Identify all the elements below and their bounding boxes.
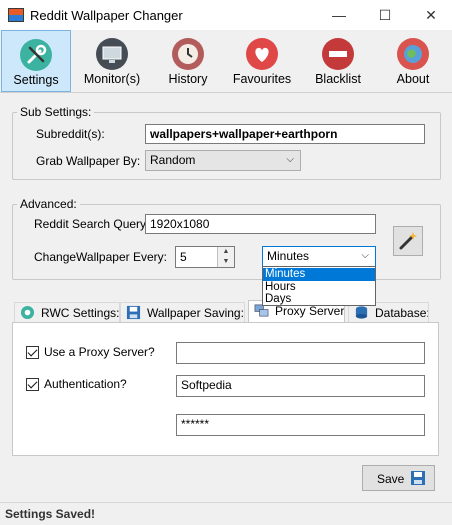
toolbar-about-label: About xyxy=(396,72,430,86)
toolbar-about-button[interactable]: About xyxy=(378,30,448,92)
time-unit-dropdown-list: Minutes Hours Days xyxy=(262,266,376,306)
globe-icon xyxy=(397,38,429,70)
grab-wallpaper-value: Random xyxy=(150,153,196,167)
search-query-input[interactable]: 1920x1080 xyxy=(145,214,376,234)
app-window: Reddit Wallpaper Changer — ☐ ✕ Settings … xyxy=(0,0,452,525)
gear-icon xyxy=(20,305,35,320)
grab-wallpaper-select[interactable]: Random ⌵ xyxy=(145,150,301,171)
username-input[interactable]: Softpedia xyxy=(176,375,425,397)
main-toolbar: Settings Monitor(s) History Favourites B… xyxy=(0,30,452,93)
time-unit-value: Minutes xyxy=(267,249,310,263)
authentication-label: Authentication? xyxy=(44,377,127,391)
database-icon xyxy=(355,306,368,319)
close-button[interactable]: ✕ xyxy=(408,0,452,30)
password-input[interactable]: ****** xyxy=(176,414,425,436)
password-value: ****** xyxy=(181,417,210,431)
tab-rwc-settings[interactable]: RWC Settings: xyxy=(14,302,120,322)
change-every-stepper[interactable]: 5 ▲ ▼ xyxy=(175,246,235,268)
clock-icon xyxy=(172,38,204,70)
toolbar-monitors-label: Monitor(s) xyxy=(83,72,141,86)
sub-settings-legend: Sub Settings: xyxy=(17,105,95,119)
time-unit-select[interactable]: Minutes ⌵ xyxy=(262,246,376,267)
save-button[interactable]: Save xyxy=(362,465,435,491)
tab-wallpaper-saving[interactable]: Wallpaper Saving: xyxy=(120,302,245,322)
chevron-down-icon: ⌵ xyxy=(361,250,369,261)
status-bar: Settings Saved! xyxy=(0,502,452,525)
maximize-button[interactable]: ☐ xyxy=(362,0,408,30)
save-button-label: Save xyxy=(377,472,405,486)
subreddit-label: Subreddit(s): xyxy=(36,127,105,141)
magic-wand-icon xyxy=(399,232,417,250)
heart-icon xyxy=(246,38,278,70)
tab-rwc-settings-label: RWC Settings: xyxy=(41,306,120,320)
tab-database-label: Database: xyxy=(375,306,429,320)
toolbar-blacklist-button[interactable]: Blacklist xyxy=(303,30,373,92)
authentication-checkbox[interactable] xyxy=(26,378,39,391)
chevron-down-icon: ⌵ xyxy=(286,154,294,165)
minimize-button[interactable]: — xyxy=(316,0,362,30)
toolbar-settings-label: Settings xyxy=(13,73,59,87)
toolbar-history-button[interactable]: History xyxy=(153,30,223,92)
window-title: Reddit Wallpaper Changer xyxy=(30,8,183,23)
subreddit-input[interactable]: wallpapers+wallpaper+earthporn xyxy=(145,124,425,144)
use-proxy-checkbox[interactable] xyxy=(26,346,39,359)
floppy-icon xyxy=(126,305,141,320)
app-icon xyxy=(8,8,24,22)
tab-proxy-server-label: Proxy Server: xyxy=(275,304,345,318)
no-entry-icon xyxy=(322,38,354,70)
toolbar-favourites-button[interactable]: Favourites xyxy=(227,30,297,92)
floppy-icon xyxy=(411,471,425,485)
tab-wallpaper-saving-label: Wallpaper Saving: xyxy=(147,306,244,320)
search-query-value: 1920x1080 xyxy=(150,217,210,231)
status-text: Settings Saved! xyxy=(5,507,96,521)
username-value: Softpedia xyxy=(181,378,232,392)
proxy-address-input[interactable] xyxy=(176,342,425,364)
title-bar: Reddit Wallpaper Changer — ☐ ✕ xyxy=(0,0,452,30)
change-every-label: ChangeWallpaper Every: xyxy=(34,250,167,264)
toolbar-blacklist-label: Blacklist xyxy=(315,72,361,86)
search-query-label: Reddit Search Query: xyxy=(34,217,150,231)
change-every-value: 5 xyxy=(180,250,187,264)
toolbar-history-label: History xyxy=(168,72,208,86)
subreddit-value: wallpapers+wallpaper+earthporn xyxy=(150,127,338,141)
spin-down-icon[interactable]: ▼ xyxy=(217,257,234,267)
magic-wand-button[interactable] xyxy=(393,226,423,256)
time-unit-option-days[interactable]: Days xyxy=(263,293,375,306)
monitor-icon xyxy=(96,38,128,70)
toolbar-monitors-button[interactable]: Monitor(s) xyxy=(77,30,147,92)
toolbar-settings-button[interactable]: Settings xyxy=(1,30,71,92)
advanced-legend: Advanced: xyxy=(17,197,80,211)
grab-wallpaper-label: Grab Wallpaper By: xyxy=(36,154,141,168)
use-proxy-label: Use a Proxy Server? xyxy=(44,345,155,359)
wrench-screwdriver-icon xyxy=(20,39,52,71)
time-unit-option-minutes[interactable]: Minutes xyxy=(263,268,375,281)
toolbar-favourites-label: Favourites xyxy=(232,72,292,86)
